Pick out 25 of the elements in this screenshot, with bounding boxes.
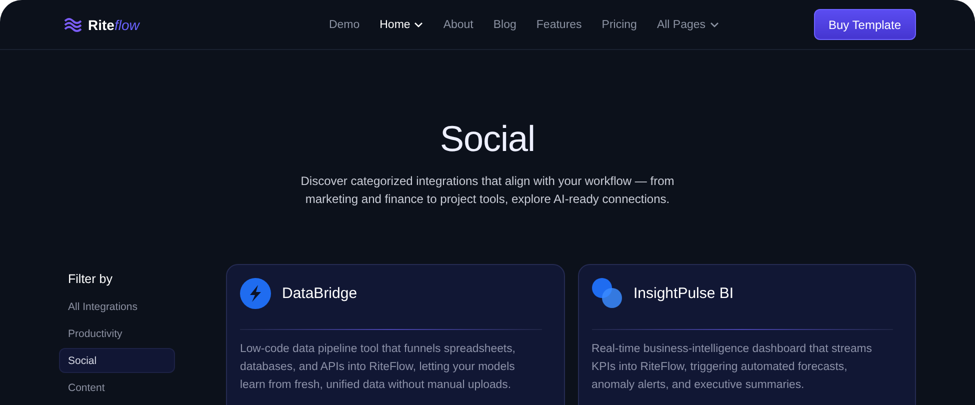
filter-heading: Filter by <box>67 272 114 286</box>
filter-item[interactable]: Productivity <box>59 321 175 346</box>
overlapping-circles-icon <box>592 278 622 309</box>
filter-item[interactable]: All Integrations <box>59 294 175 319</box>
integration-name: DataBridge <box>282 285 358 302</box>
filter-item[interactable]: Content <box>59 375 175 400</box>
nav-link[interactable]: About <box>443 18 474 30</box>
integration-description: Real-time business-intelligence dashboard that streams KPIs into RiteFlow, triggering automated forecasts, anomaly alerts, and executive summaries. <box>592 342 873 393</box>
logo-text: Riteflow <box>88 16 140 32</box>
integration-card[interactable]: DataBridge Low-code data pipeline tool that funnels spreadsheets, databases, and APIs into RiteFlow, letting your models learn from fresh, unified data without manual uploads. <box>226 264 564 405</box>
nav-link[interactable]: All Pages <box>656 18 719 30</box>
integration-name: InsightPulse BI <box>634 285 734 302</box>
nav-link[interactable]: Blog <box>493 18 516 30</box>
integration-card[interactable]: InsightPulse BI Real-time business-intelligence dashboard that streams KPIs into RiteFlow, triggering automated forecasts, anomaly alerts, and executive summaries. <box>578 264 916 405</box>
page-subtitle: Discover categorized integrations that align with your workflow — from marketing and finance to project tools, explore AI-ready connections. <box>300 173 676 208</box>
nav-link[interactable]: Demo <box>328 18 360 30</box>
nav-link[interactable]: Features <box>536 18 582 30</box>
page-title: Social <box>438 118 536 160</box>
nav-link[interactable]: Home <box>380 18 424 30</box>
lightning-icon <box>240 278 271 309</box>
filter-item[interactable]: Social <box>59 348 175 373</box>
nav-link[interactable]: Pricing <box>602 18 637 30</box>
logo-icon <box>64 16 84 32</box>
integration-description: Low-code data pipeline tool that funnels spreadsheets, databases, and APIs into RiteFlow, letting your models learn from fresh, unified data without manual uploads. <box>240 342 516 393</box>
buy-template-button[interactable]: Buy Template <box>814 9 916 40</box>
